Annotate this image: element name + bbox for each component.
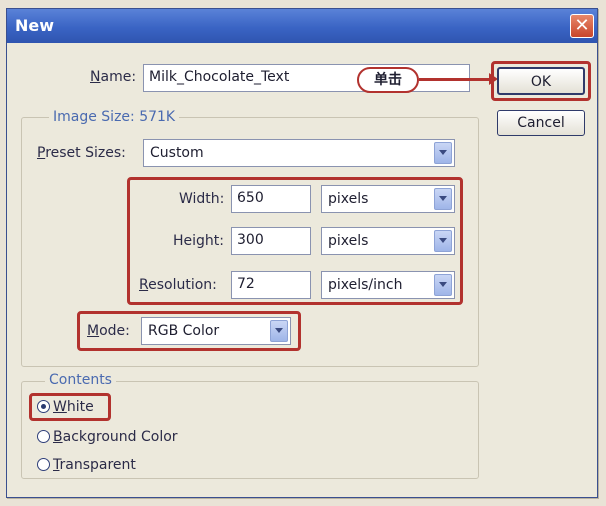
radio-background-color-label[interactable]: Background Color xyxy=(53,429,178,445)
radio-white-label[interactable]: White xyxy=(53,399,94,415)
radio-transparent-label[interactable]: Transparent xyxy=(53,457,136,473)
resolution-unit-value: pixels/inch xyxy=(328,277,403,293)
image-size-legend: Image Size: 571K xyxy=(49,109,180,125)
close-icon[interactable]: ✕ xyxy=(570,14,594,38)
ok-highlight-box xyxy=(491,61,591,101)
chevron-down-icon[interactable] xyxy=(434,188,452,210)
resolution-unit-select[interactable]: pixels/inch xyxy=(321,271,455,299)
chevron-down-icon[interactable] xyxy=(434,274,452,296)
height-label: Height: xyxy=(173,233,224,249)
height-unit-value: pixels xyxy=(328,233,369,249)
mode-label: Mode: xyxy=(87,323,130,339)
width-unit-select[interactable]: pixels xyxy=(321,185,455,213)
radio-transparent-icon[interactable] xyxy=(37,458,50,471)
cancel-button[interactable]: Cancel xyxy=(497,110,585,136)
preset-sizes-select[interactable]: Custom xyxy=(143,139,455,167)
width-input[interactable]: 650 xyxy=(231,185,311,213)
height-input[interactable]: 300 xyxy=(231,227,311,255)
new-document-dialog: New ✕ Name: Milk_Chocolate_Text 单击 OK Ca… xyxy=(6,8,598,498)
dialog-title: New xyxy=(15,16,55,35)
width-unit-value: pixels xyxy=(328,191,369,207)
callout-arrow-line xyxy=(419,78,491,81)
radio-background-color-icon[interactable] xyxy=(37,430,50,443)
contents-legend: Contents xyxy=(45,372,116,388)
resolution-label: Resolution: xyxy=(139,277,217,293)
title-bar[interactable]: New ✕ xyxy=(7,9,597,43)
width-label: Width: xyxy=(179,191,225,207)
chevron-down-icon[interactable] xyxy=(270,320,288,342)
mode-select[interactable]: RGB Color xyxy=(141,317,291,345)
mode-value: RGB Color xyxy=(148,323,220,339)
height-unit-select[interactable]: pixels xyxy=(321,227,455,255)
click-callout: 单击 xyxy=(357,67,419,93)
chevron-down-icon[interactable] xyxy=(434,142,452,164)
name-label: Name: xyxy=(90,69,137,85)
radio-white-icon[interactable] xyxy=(37,400,50,413)
chevron-down-icon[interactable] xyxy=(434,230,452,252)
preset-sizes-label: Preset Sizes: xyxy=(37,145,126,161)
preset-sizes-value: Custom xyxy=(150,145,204,161)
resolution-input[interactable]: 72 xyxy=(231,271,311,299)
